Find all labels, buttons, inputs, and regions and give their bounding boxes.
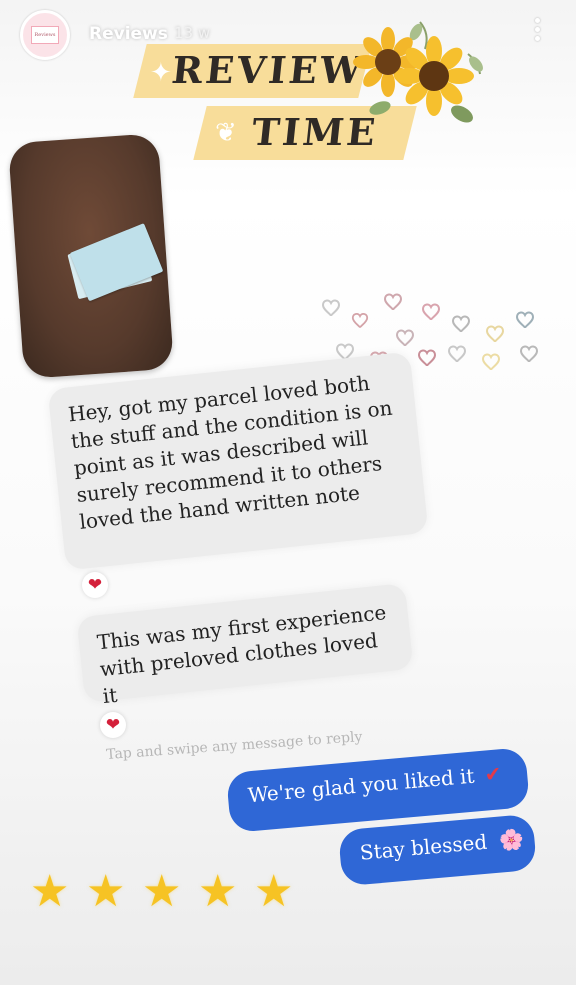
reply-text: Stay blessed [358, 829, 489, 865]
photo-note-card [69, 223, 164, 302]
more-vertical-icon[interactable] [530, 18, 544, 48]
message-bubble[interactable]: This was my first experience with prelov… [76, 582, 414, 708]
story-view[interactable]: Reviews Reviews 13 w ✦ ❦ REVIEW TIME Hey… [0, 0, 576, 985]
star-icon: ★ [142, 866, 182, 917]
star-icon: ★ [254, 866, 294, 917]
avatar-logo: Reviews [31, 26, 59, 44]
star-icon: ★ [198, 866, 238, 917]
check-mark-icon: ✔ [483, 761, 503, 787]
reply-bubble[interactable]: Stay blessed 🌸 [337, 813, 538, 887]
message-text: Hey, got my parcel loved both the stuff … [66, 370, 394, 534]
sparkle-icon: ✦ [150, 58, 172, 88]
heart-reaction-icon: ❤ [100, 712, 126, 738]
account-name[interactable]: Reviews [89, 24, 168, 44]
message-bubble[interactable]: Hey, got my parcel loved both the stuff … [47, 351, 429, 571]
post-time: 13 w [174, 24, 211, 42]
review-photo [7, 133, 175, 379]
reply-hint: Tap and swipe any message to reply [105, 729, 363, 763]
sunflower-icon [353, 21, 483, 123]
star-rating: ★ ★ ★ ★ ★ [30, 866, 310, 928]
leaf-icon: ❦ [215, 118, 237, 148]
avatar[interactable]: Reviews [20, 10, 70, 60]
star-icon: ★ [86, 866, 126, 917]
star-icon: ★ [30, 866, 70, 917]
message-text: This was my first experience with prelov… [95, 600, 388, 709]
flower-icon: 🌸 [498, 826, 526, 853]
heart-reaction-icon: ❤ [82, 572, 108, 598]
title-line-1: REVIEW [169, 48, 368, 92]
reply-text: We're glad you liked it [246, 763, 476, 808]
